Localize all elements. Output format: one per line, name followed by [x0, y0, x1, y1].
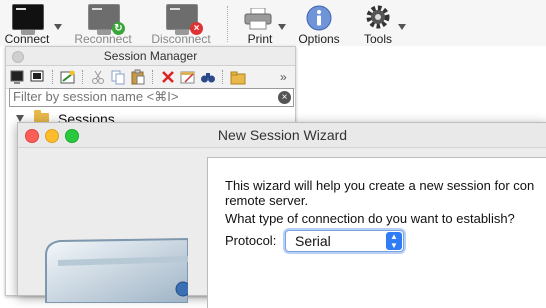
- wizard-content-panel: This wizard will help you create a new s…: [207, 157, 546, 308]
- expand-triangle-icon[interactable]: [16, 115, 24, 122]
- info-icon: [306, 5, 332, 34]
- session-manager-titlebar: Session Manager: [6, 47, 295, 66]
- wizard-intro-text-continued: remote server.: [225, 193, 309, 208]
- filter-input[interactable]: [10, 89, 275, 104]
- filter-field[interactable]: ×: [9, 88, 294, 107]
- protocol-selected-value: Serial: [295, 233, 331, 249]
- options-label: Options: [298, 32, 340, 46]
- connect-label: Connect: [4, 32, 50, 46]
- protocol-select[interactable]: Serial ▲ ▼: [285, 230, 404, 252]
- connect-dropdown-icon[interactable]: [54, 24, 62, 30]
- print-button[interactable]: Print: [240, 2, 280, 46]
- session-manager-title: Session Manager: [103, 49, 198, 63]
- properties-icon[interactable]: [180, 69, 196, 85]
- connect-tab-icon[interactable]: [30, 69, 46, 85]
- cut-icon[interactable]: [90, 69, 106, 85]
- disconnect-button[interactable]: × Disconnect: [150, 2, 212, 46]
- tool-separator: [152, 70, 154, 84]
- connect-button[interactable]: Connect: [4, 2, 50, 46]
- print-label: Print: [247, 32, 273, 46]
- minimize-window-icon[interactable]: [45, 129, 59, 143]
- toolbar-separator: [227, 6, 229, 42]
- gear-icon: [364, 3, 392, 34]
- main-toolbar: Connect ↻ Reconnect × Disconnect Print O…: [0, 0, 546, 46]
- wizard-intro-text: This wizard will help you create a new s…: [225, 178, 535, 193]
- printer-icon: [244, 7, 274, 33]
- wizard-illustration-icon: [38, 233, 208, 304]
- wizard-title: New Session Wizard: [217, 127, 348, 143]
- reconnect-icon: ↻: [88, 4, 125, 35]
- reconnect-button[interactable]: ↻ Reconnect: [72, 2, 134, 46]
- new-session-wizard: New Session Wizard This wizard will help…: [17, 122, 546, 308]
- select-stepper-icon[interactable]: ▲ ▼: [386, 232, 402, 250]
- close-window-icon[interactable]: [25, 129, 39, 143]
- paste-icon[interactable]: [130, 69, 146, 85]
- connect-session-icon[interactable]: [10, 69, 26, 85]
- copy-icon[interactable]: [110, 69, 126, 85]
- options-button[interactable]: Options: [296, 2, 342, 46]
- tool-separator: [222, 70, 224, 84]
- clear-filter-icon[interactable]: ×: [278, 91, 291, 104]
- tool-separator: [82, 70, 84, 84]
- disconnect-label: Disconnect: [151, 32, 211, 46]
- session-manager-toolbar: »: [6, 66, 295, 89]
- delete-icon[interactable]: [160, 69, 176, 85]
- tools-button[interactable]: Tools: [360, 2, 396, 46]
- close-icon[interactable]: [12, 51, 24, 63]
- find-icon[interactable]: [200, 69, 216, 85]
- tools-label: Tools: [363, 32, 392, 46]
- terminal-icon: [12, 4, 44, 35]
- tools-dropdown-icon[interactable]: [398, 24, 406, 30]
- new-session-icon[interactable]: [60, 69, 76, 85]
- zoom-window-icon[interactable]: [65, 129, 79, 143]
- overflow-chevron-icon[interactable]: »: [280, 69, 296, 85]
- tool-separator: [52, 70, 54, 84]
- print-dropdown-icon[interactable]: [278, 24, 286, 30]
- reconnect-label: Reconnect: [74, 32, 132, 46]
- wizard-question: What type of connection do you want to e…: [225, 211, 515, 226]
- disconnect-icon: ×: [166, 4, 203, 35]
- new-folder-icon[interactable]: [230, 69, 246, 85]
- protocol-label: Protocol:: [225, 233, 277, 248]
- wizard-titlebar: New Session Wizard: [18, 123, 546, 148]
